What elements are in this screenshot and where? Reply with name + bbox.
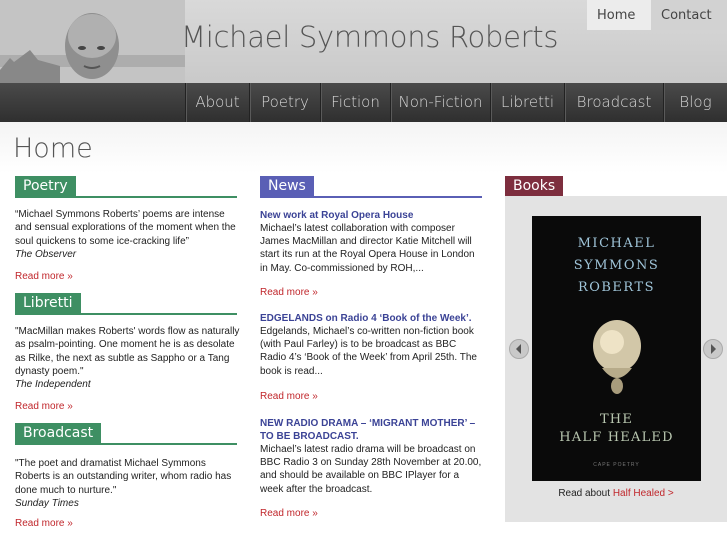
moth-illustration	[593, 320, 641, 394]
news-item-body: Michael’s latest radio drama will be bro…	[260, 444, 482, 495]
poetry-header: Poetry	[15, 176, 237, 198]
broadcast-header: Broadcast	[15, 423, 237, 445]
news-item-body: Edgelands, Michael’s co-written non-fict…	[260, 326, 477, 377]
poetry-quote-source: The Observer	[15, 248, 77, 260]
news-read-more-link[interactable]: Read more »	[260, 391, 318, 402]
carousel-prev-button[interactable]	[509, 339, 529, 359]
libretti-heading[interactable]: Libretti	[15, 293, 81, 313]
cover-title-line: HALF HEALED	[559, 430, 674, 445]
site-title[interactable]: Michael Symmons Roberts	[181, 20, 558, 54]
news-item-title[interactable]: EDGELANDS on Radio 4 ‘Book of the Week’.	[260, 312, 485, 325]
nav-item-fiction[interactable]: Fiction	[320, 83, 390, 122]
nav-item-blog[interactable]: Blog	[663, 83, 727, 122]
news-item-title[interactable]: New work at Royal Opera House	[260, 209, 485, 222]
libretti-quote-text: "MacMillan makes Roberts' words flow as …	[15, 326, 240, 377]
broadcast-read-more-link[interactable]: Read more »	[15, 518, 73, 529]
broadcast-heading[interactable]: Broadcast	[15, 423, 102, 443]
nav-item-about[interactable]: About	[185, 83, 249, 122]
page-title: Home	[13, 133, 93, 164]
libretti-header: Libretti	[15, 293, 237, 315]
news-read-more-link[interactable]: Read more »	[260, 287, 318, 298]
book-cover-image[interactable]: MICHAEL SYMMONS ROBERTS THE HALF HEALED …	[532, 216, 701, 481]
poetry-quote-text: “Michael Symmons Roberts’ poems are inte…	[15, 209, 236, 247]
top-link-home[interactable]: Home	[587, 0, 651, 30]
libretti-quote: "MacMillan makes Roberts' words flow as …	[15, 325, 240, 391]
broadcast-quote-text: "The poet and dramatist Michael Symmons …	[15, 458, 232, 496]
news-heading[interactable]: News	[260, 176, 314, 196]
chevron-left-icon	[516, 344, 521, 354]
news-item-body: Michael’s latest collaboration with comp…	[260, 223, 475, 274]
poetry-quote: “Michael Symmons Roberts’ poems are inte…	[15, 208, 240, 261]
poetry-heading[interactable]: Poetry	[15, 176, 76, 196]
cover-author-line: MICHAEL	[577, 236, 656, 251]
broadcast-quote: "The poet and dramatist Michael Symmons …	[15, 457, 240, 510]
top-links: Home Contact	[587, 0, 727, 30]
news-item-title[interactable]: NEW RADIO DRAMA – ‘MIGRANT MOTHER’ – TO …	[260, 417, 485, 443]
top-link-contact[interactable]: Contact	[651, 0, 727, 30]
title-strip	[0, 122, 727, 173]
nav-item-poetry[interactable]: Poetry	[249, 83, 320, 122]
cover-imprint: CAPE POETRY	[593, 462, 640, 468]
broadcast-quote-source: Sunday Times	[15, 497, 79, 509]
book-caption: Read about Half Healed >	[505, 488, 727, 499]
chevron-right-icon	[711, 344, 716, 354]
cover-title-line: THE	[599, 412, 634, 427]
news-read-more-link[interactable]: Read more »	[260, 508, 318, 519]
carousel-next-button[interactable]	[703, 339, 723, 359]
book-caption-link[interactable]: Half Healed >	[613, 488, 674, 499]
cover-author-line: ROBERTS	[577, 280, 656, 295]
main-nav: About Poetry Fiction Non-Fiction Librett…	[185, 83, 727, 122]
libretti-read-more-link[interactable]: Read more »	[15, 401, 73, 412]
nav-item-broadcast[interactable]: Broadcast	[564, 83, 663, 122]
libretti-quote-source: The Independent	[15, 379, 91, 391]
nav-item-non-fiction[interactable]: Non-Fiction	[390, 83, 490, 122]
book-caption-prefix: Read about	[558, 488, 611, 499]
books-header: Books	[505, 176, 727, 198]
poetry-read-more-link[interactable]: Read more »	[15, 271, 73, 282]
news-header: News	[260, 176, 482, 198]
books-heading[interactable]: Books	[505, 176, 564, 196]
cover-author-line: SYMMONS	[573, 258, 660, 273]
nav-item-libretti[interactable]: Libretti	[490, 83, 564, 122]
